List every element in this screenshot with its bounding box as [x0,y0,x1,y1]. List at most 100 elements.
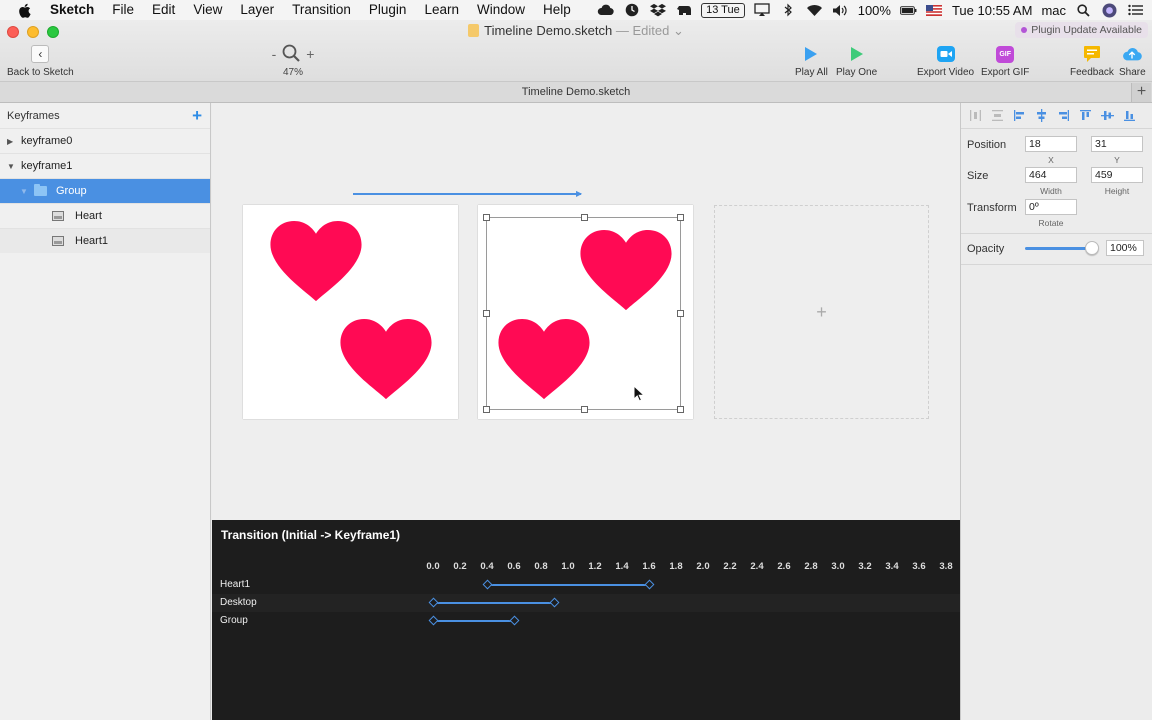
menu-app-name[interactable]: Sketch [46,0,103,20]
bluetooth-icon[interactable] [780,3,797,18]
volume-icon[interactable] [832,3,849,18]
keyframe-end-handle[interactable] [644,579,654,590]
layer-keyframe0[interactable]: ▶ keyframe0 [0,128,210,153]
evernote-icon[interactable] [675,3,692,18]
opacity-slider-track[interactable] [1025,247,1091,250]
resize-handle[interactable] [677,214,684,221]
width-field[interactable]: 464 [1025,167,1077,183]
align-center-horizontal-icon[interactable] [1035,109,1048,122]
layer-group[interactable]: ▼ Group [0,178,210,203]
align-middle-vertical-icon[interactable] [1101,109,1114,122]
zoom-magnifier-icon[interactable] [282,44,301,65]
menu-view[interactable]: View [184,0,231,20]
add-keyframe-artboard[interactable]: + [714,205,929,419]
zoom-out-button[interactable]: - [272,46,277,62]
align-top-icon[interactable] [1079,109,1092,122]
menu-help[interactable]: Help [534,0,580,20]
menu-layer[interactable]: Layer [231,0,283,20]
timeline-ruler[interactable]: 0.0 0.2 0.4 0.6 0.8 1.0 1.2 1.4 1.6 1.8 2.0 2.2 2.4 2… [212,561,960,573]
user-name[interactable]: mac [1041,3,1066,18]
zoom-in-button[interactable]: + [306,46,314,62]
menu-plugin[interactable]: Plugin [360,0,416,20]
export-video-button[interactable]: Export Video [917,44,974,78]
gif-badge-text: GIF [996,45,1015,63]
menu-edit[interactable]: Edit [143,0,184,20]
plugin-update-badge[interactable]: Plugin Update Available [1015,22,1148,38]
canvas[interactable]: ▶ + [212,103,960,520]
timeline-track-heart1[interactable]: Heart1 [212,576,960,594]
position-x-field[interactable]: 18 [1025,136,1077,152]
align-bottom-icon[interactable] [1123,109,1136,122]
cloud-icon[interactable] [597,3,614,18]
export-gif-button[interactable]: GIF Export GIF [981,44,1029,78]
menu-transition[interactable]: Transition [283,0,360,20]
disclosure-collapsed-icon[interactable]: ▶ [7,137,15,146]
position-y-field[interactable]: 31 [1091,136,1143,152]
artboard-initial[interactable] [243,205,458,419]
resize-handle[interactable] [483,214,490,221]
wifi-icon[interactable] [806,3,823,18]
notification-center-icon[interactable] [1127,3,1144,18]
back-to-sketch-button[interactable]: ‹ Back to Sketch [7,44,74,78]
selection-box[interactable] [483,214,684,413]
keyframe-start-handle[interactable] [428,615,438,626]
align-right-icon[interactable] [1057,109,1070,122]
opacity-slider-knob[interactable] [1085,241,1099,255]
battery-percent[interactable]: 100% [858,3,891,18]
timeline-track-desktop[interactable]: Desktop [212,594,960,612]
keyframe-end-handle[interactable] [509,615,519,626]
resize-handle[interactable] [677,310,684,317]
track-duration-bar[interactable] [433,620,514,622]
heart-shape[interactable] [340,319,432,401]
heart-shape[interactable] [270,221,362,303]
clock-text[interactable]: Tue 10:55 AM [952,3,1032,18]
keyframe-end-handle[interactable] [549,597,560,608]
apple-menu-icon[interactable] [14,0,34,20]
battery-icon[interactable] [900,3,917,18]
play-all-button[interactable]: Play All [795,44,828,78]
disclosure-expanded-icon[interactable]: ▼ [20,187,28,196]
airplay-icon[interactable] [754,3,771,18]
clock-icon[interactable] [623,3,640,18]
menu-file[interactable]: File [103,0,143,20]
track-duration-bar[interactable] [487,584,649,586]
dropbox-icon[interactable] [649,3,666,18]
add-keyframe-button[interactable]: + [192,106,202,126]
edited-indicator[interactable]: — Edited [616,23,669,38]
play-one-button[interactable]: Play One [836,44,877,78]
resize-handle[interactable] [483,406,490,413]
menu-window[interactable]: Window [468,0,534,20]
distribute-horizontal-icon[interactable] [969,109,982,122]
title-chevron-icon[interactable]: ⌄ [673,23,684,38]
share-button[interactable]: Share [1119,44,1146,78]
timeline-track-group[interactable]: Group [212,612,960,630]
date-badge[interactable]: 13 Tue [701,2,745,18]
track-duration-bar[interactable] [433,602,555,604]
new-tab-button[interactable]: + [1131,83,1151,102]
rotate-field[interactable]: 0º [1025,199,1077,215]
artboard-keyframe1[interactable] [478,205,693,419]
disclosure-expanded-icon[interactable]: ▼ [7,162,15,171]
window-toolbar: Timeline Demo.sketch — Edited ⌄ Plugin U… [0,20,1152,82]
resize-handle[interactable] [483,310,490,317]
resize-handle[interactable] [581,406,588,413]
height-field[interactable]: 459 [1091,167,1143,183]
feedback-button[interactable]: Feedback [1070,44,1114,78]
layer-heart[interactable]: Heart [0,203,210,228]
add-artboard-plus-icon[interactable]: + [715,206,928,418]
resize-handle[interactable] [581,214,588,221]
us-flag-icon[interactable] [926,3,943,18]
document-tab[interactable]: Timeline Demo.sketch [522,86,630,98]
resize-handle[interactable] [677,406,684,413]
keyframe-start-handle[interactable] [428,597,438,608]
menu-learn[interactable]: Learn [415,0,468,20]
align-left-icon[interactable] [1013,109,1026,122]
layer-keyframe1[interactable]: ▼ keyframe1 [0,153,210,178]
layer-heart1[interactable]: Heart1 [0,228,210,253]
timeline-tick-label: 0.8 [534,561,548,572]
opacity-field[interactable]: 100% [1106,240,1144,256]
distribute-vertical-icon[interactable] [991,109,1004,122]
spotlight-search-icon[interactable] [1075,3,1092,18]
keyframe-start-handle[interactable] [482,579,492,590]
siri-icon[interactable] [1101,3,1118,18]
